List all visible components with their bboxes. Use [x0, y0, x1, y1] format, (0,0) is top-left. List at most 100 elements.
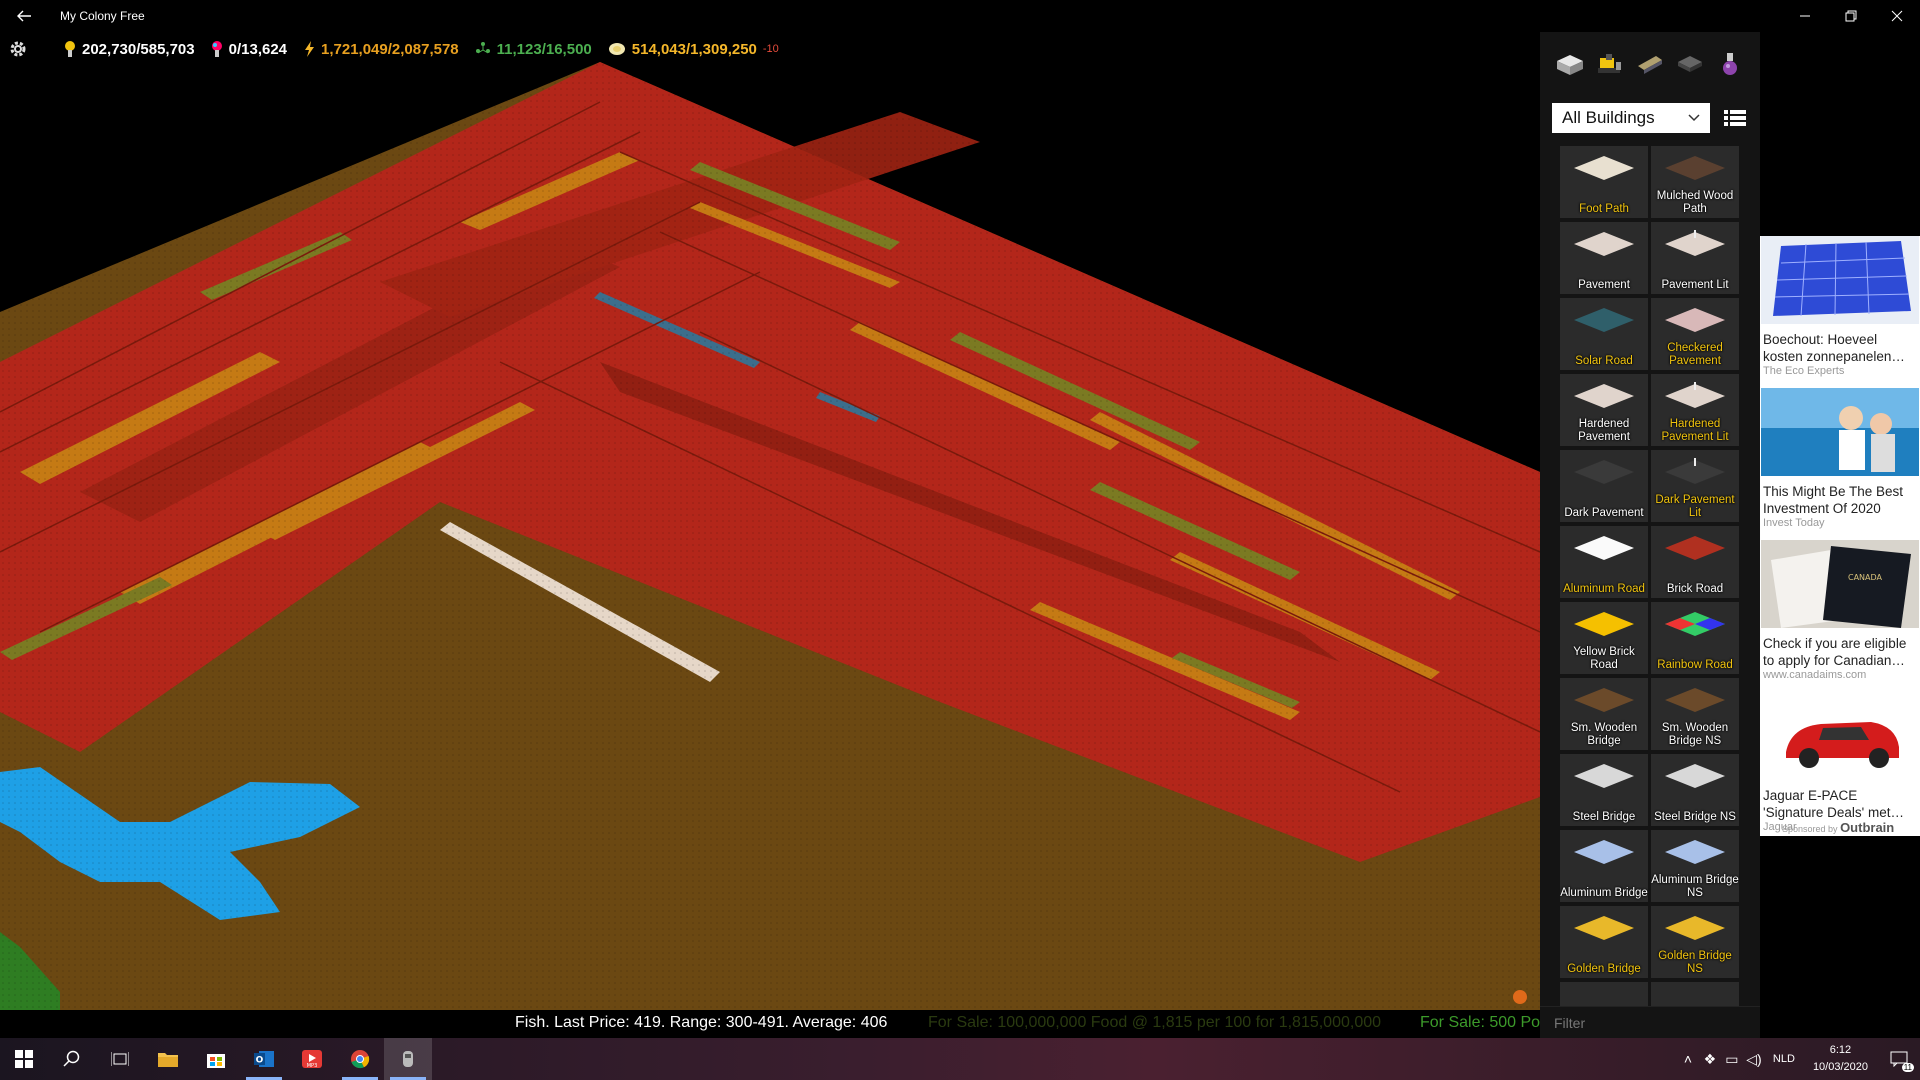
clock-date: 10/03/2020 [1812, 1061, 1868, 1073]
chrome-button[interactable] [336, 1038, 384, 1080]
chevron-up-icon[interactable]: ˄ [1677, 1051, 1699, 1067]
building-tile[interactable]: Golden Bridge NS [1651, 906, 1739, 978]
tab-spaceship[interactable] [1633, 47, 1667, 81]
store-icon [207, 1054, 225, 1068]
notification-count: 11 [1901, 1063, 1914, 1072]
building-tile[interactable]: Aluminum Bridge [1560, 830, 1648, 902]
file-explorer-button[interactable] [144, 1038, 192, 1080]
spaceship-icon [1638, 56, 1662, 74]
tab-buildings[interactable] [1553, 47, 1587, 81]
tile-thumbnail [1574, 916, 1634, 940]
tile-thumbnail [1574, 232, 1634, 256]
building-tile[interactable]: Dark Pavement Lit [1651, 450, 1739, 522]
ad-sponsor-label: Sponsored by [1782, 824, 1838, 834]
dropdown-value: All Buildings [1562, 108, 1655, 127]
building-tile[interactable]: Steel Bridge [1560, 754, 1648, 826]
tile-icon [1678, 56, 1702, 72]
filter-placeholder: Filter [1554, 1015, 1586, 1031]
dropbox-icon[interactable]: ❖ [1699, 1051, 1721, 1068]
restore-icon [1845, 10, 1857, 22]
ad-item[interactable]: Boechout: Hoeveel kosten zonnepanelen… T… [1760, 236, 1920, 377]
building-tile-label: Aluminum Road [1563, 582, 1645, 595]
building-tile[interactable]: Rainbow Road [1651, 602, 1739, 674]
building-tile-label: Aluminum Bridge [1560, 886, 1648, 899]
game-map[interactable] [0, 32, 1540, 1010]
colony-terrain[interactable] [0, 32, 1540, 1010]
building-tile-label: Pavement Lit [1661, 278, 1729, 291]
building-tile[interactable] [1651, 982, 1739, 1006]
mp3-app-button[interactable]: MP3 [288, 1038, 336, 1080]
building-tile[interactable]: Foot Path [1560, 146, 1648, 218]
minimize-button[interactable] [1782, 0, 1828, 32]
network-icon[interactable]: ▭ [1721, 1051, 1743, 1068]
building-tile[interactable]: Sm. Wooden Bridge NS [1651, 678, 1739, 750]
resource-bar: 202,730/585,703 0/13,624 1,721,049/2,087… [0, 34, 795, 64]
building-tile[interactable]: Hardened Pavement Lit [1651, 374, 1739, 446]
back-button[interactable] [0, 0, 48, 32]
building-tile-label: Golden Bridge [1567, 962, 1641, 975]
search-button[interactable] [48, 1038, 96, 1080]
building-tile[interactable]: Yellow Brick Road [1560, 602, 1648, 674]
start-button[interactable] [0, 1038, 48, 1080]
category-dropdown[interactable]: All Buildings [1552, 103, 1711, 133]
close-icon [1891, 10, 1903, 22]
building-tile-label: Foot Path [1579, 202, 1629, 215]
store-button[interactable] [192, 1038, 240, 1080]
building-tile[interactable]: Sm. Wooden Bridge [1560, 678, 1648, 750]
tile-thumbnail [1665, 916, 1725, 940]
gold-value: 202,730/585,703 [82, 40, 195, 58]
building-icon [1557, 55, 1583, 75]
building-tile[interactable]: Aluminum Road [1560, 526, 1648, 598]
building-tile[interactable]: Steel Bridge NS [1651, 754, 1739, 826]
notification-button[interactable]: 11 [1878, 1038, 1920, 1080]
folder-icon [158, 1053, 178, 1067]
restore-button[interactable] [1828, 0, 1874, 32]
list-icon [1724, 110, 1747, 126]
building-tile-label: Solar Road [1575, 354, 1633, 367]
building-tile[interactable]: Solar Road [1560, 298, 1648, 370]
volume-icon[interactable]: ◁) [1743, 1051, 1765, 1068]
stat-research: 0/13,624 [211, 40, 287, 58]
chrome-icon [351, 1050, 370, 1069]
research-icon [211, 41, 222, 57]
building-tile[interactable]: Pavement Lit [1651, 222, 1739, 294]
tile-thumbnail [1665, 612, 1725, 636]
task-view-button[interactable] [96, 1038, 144, 1080]
ad-image [1761, 236, 1919, 324]
clock[interactable]: 6:12 10/03/2020 [1813, 1042, 1868, 1076]
building-tile[interactable] [1560, 982, 1648, 1006]
building-tile[interactable]: Golden Bridge [1560, 906, 1648, 978]
ad-title: Boechout: Hoeveel kosten zonnepanelen… [1763, 332, 1905, 364]
ad-item[interactable]: Jaguar E-PACE 'Signature Deals' met… Jag… [1760, 692, 1920, 833]
building-tile[interactable]: Dark Pavement [1560, 450, 1648, 522]
filter-input[interactable]: Filter [1540, 1006, 1760, 1038]
building-tile[interactable]: Aluminum Bridge NS [1651, 830, 1739, 902]
ad-item[interactable]: This Might Be The Best Investment Of 202… [1760, 388, 1920, 529]
close-button[interactable] [1874, 0, 1920, 32]
list-view-button[interactable] [1722, 105, 1748, 131]
tab-vehicles[interactable] [1593, 47, 1627, 81]
building-tile[interactable]: Pavement [1560, 222, 1648, 294]
building-tile[interactable]: Brick Road [1651, 526, 1739, 598]
window-title: My Colony Free [60, 9, 145, 23]
building-tile[interactable]: Mulched Wood Path [1651, 146, 1739, 218]
tab-potion[interactable] [1713, 47, 1747, 81]
building-tile-label: Mulched Wood Path [1656, 190, 1734, 215]
tile-thumbnail [1665, 156, 1725, 180]
building-tile[interactable]: Hardened Pavement [1560, 374, 1648, 446]
building-tile-label: Steel Bridge [1572, 810, 1636, 823]
ad-item[interactable]: CANADA Check if you are eligible to appl… [1760, 540, 1920, 681]
outbrain-logo: Outbrain [1840, 820, 1895, 835]
settings-button[interactable] [8, 39, 34, 59]
ad-title: This Might Be The Best Investment Of 202… [1763, 484, 1904, 516]
outlook-button[interactable]: O [240, 1038, 288, 1080]
building-tile-label: Brick Road [1666, 582, 1724, 595]
building-tile-label: Golden Bridge NS [1658, 950, 1732, 975]
ticker-item: For Sale: 500 Po [1420, 1014, 1540, 1031]
building-tile-label: Pavement [1578, 278, 1630, 291]
building-tile-label: Sm. Wooden Bridge [1570, 722, 1638, 747]
tab-tiles[interactable] [1673, 47, 1707, 81]
language-indicator[interactable]: NLD [1773, 1053, 1795, 1065]
my-colony-button[interactable] [384, 1038, 432, 1080]
building-tile[interactable]: Checkered Pavement [1651, 298, 1739, 370]
